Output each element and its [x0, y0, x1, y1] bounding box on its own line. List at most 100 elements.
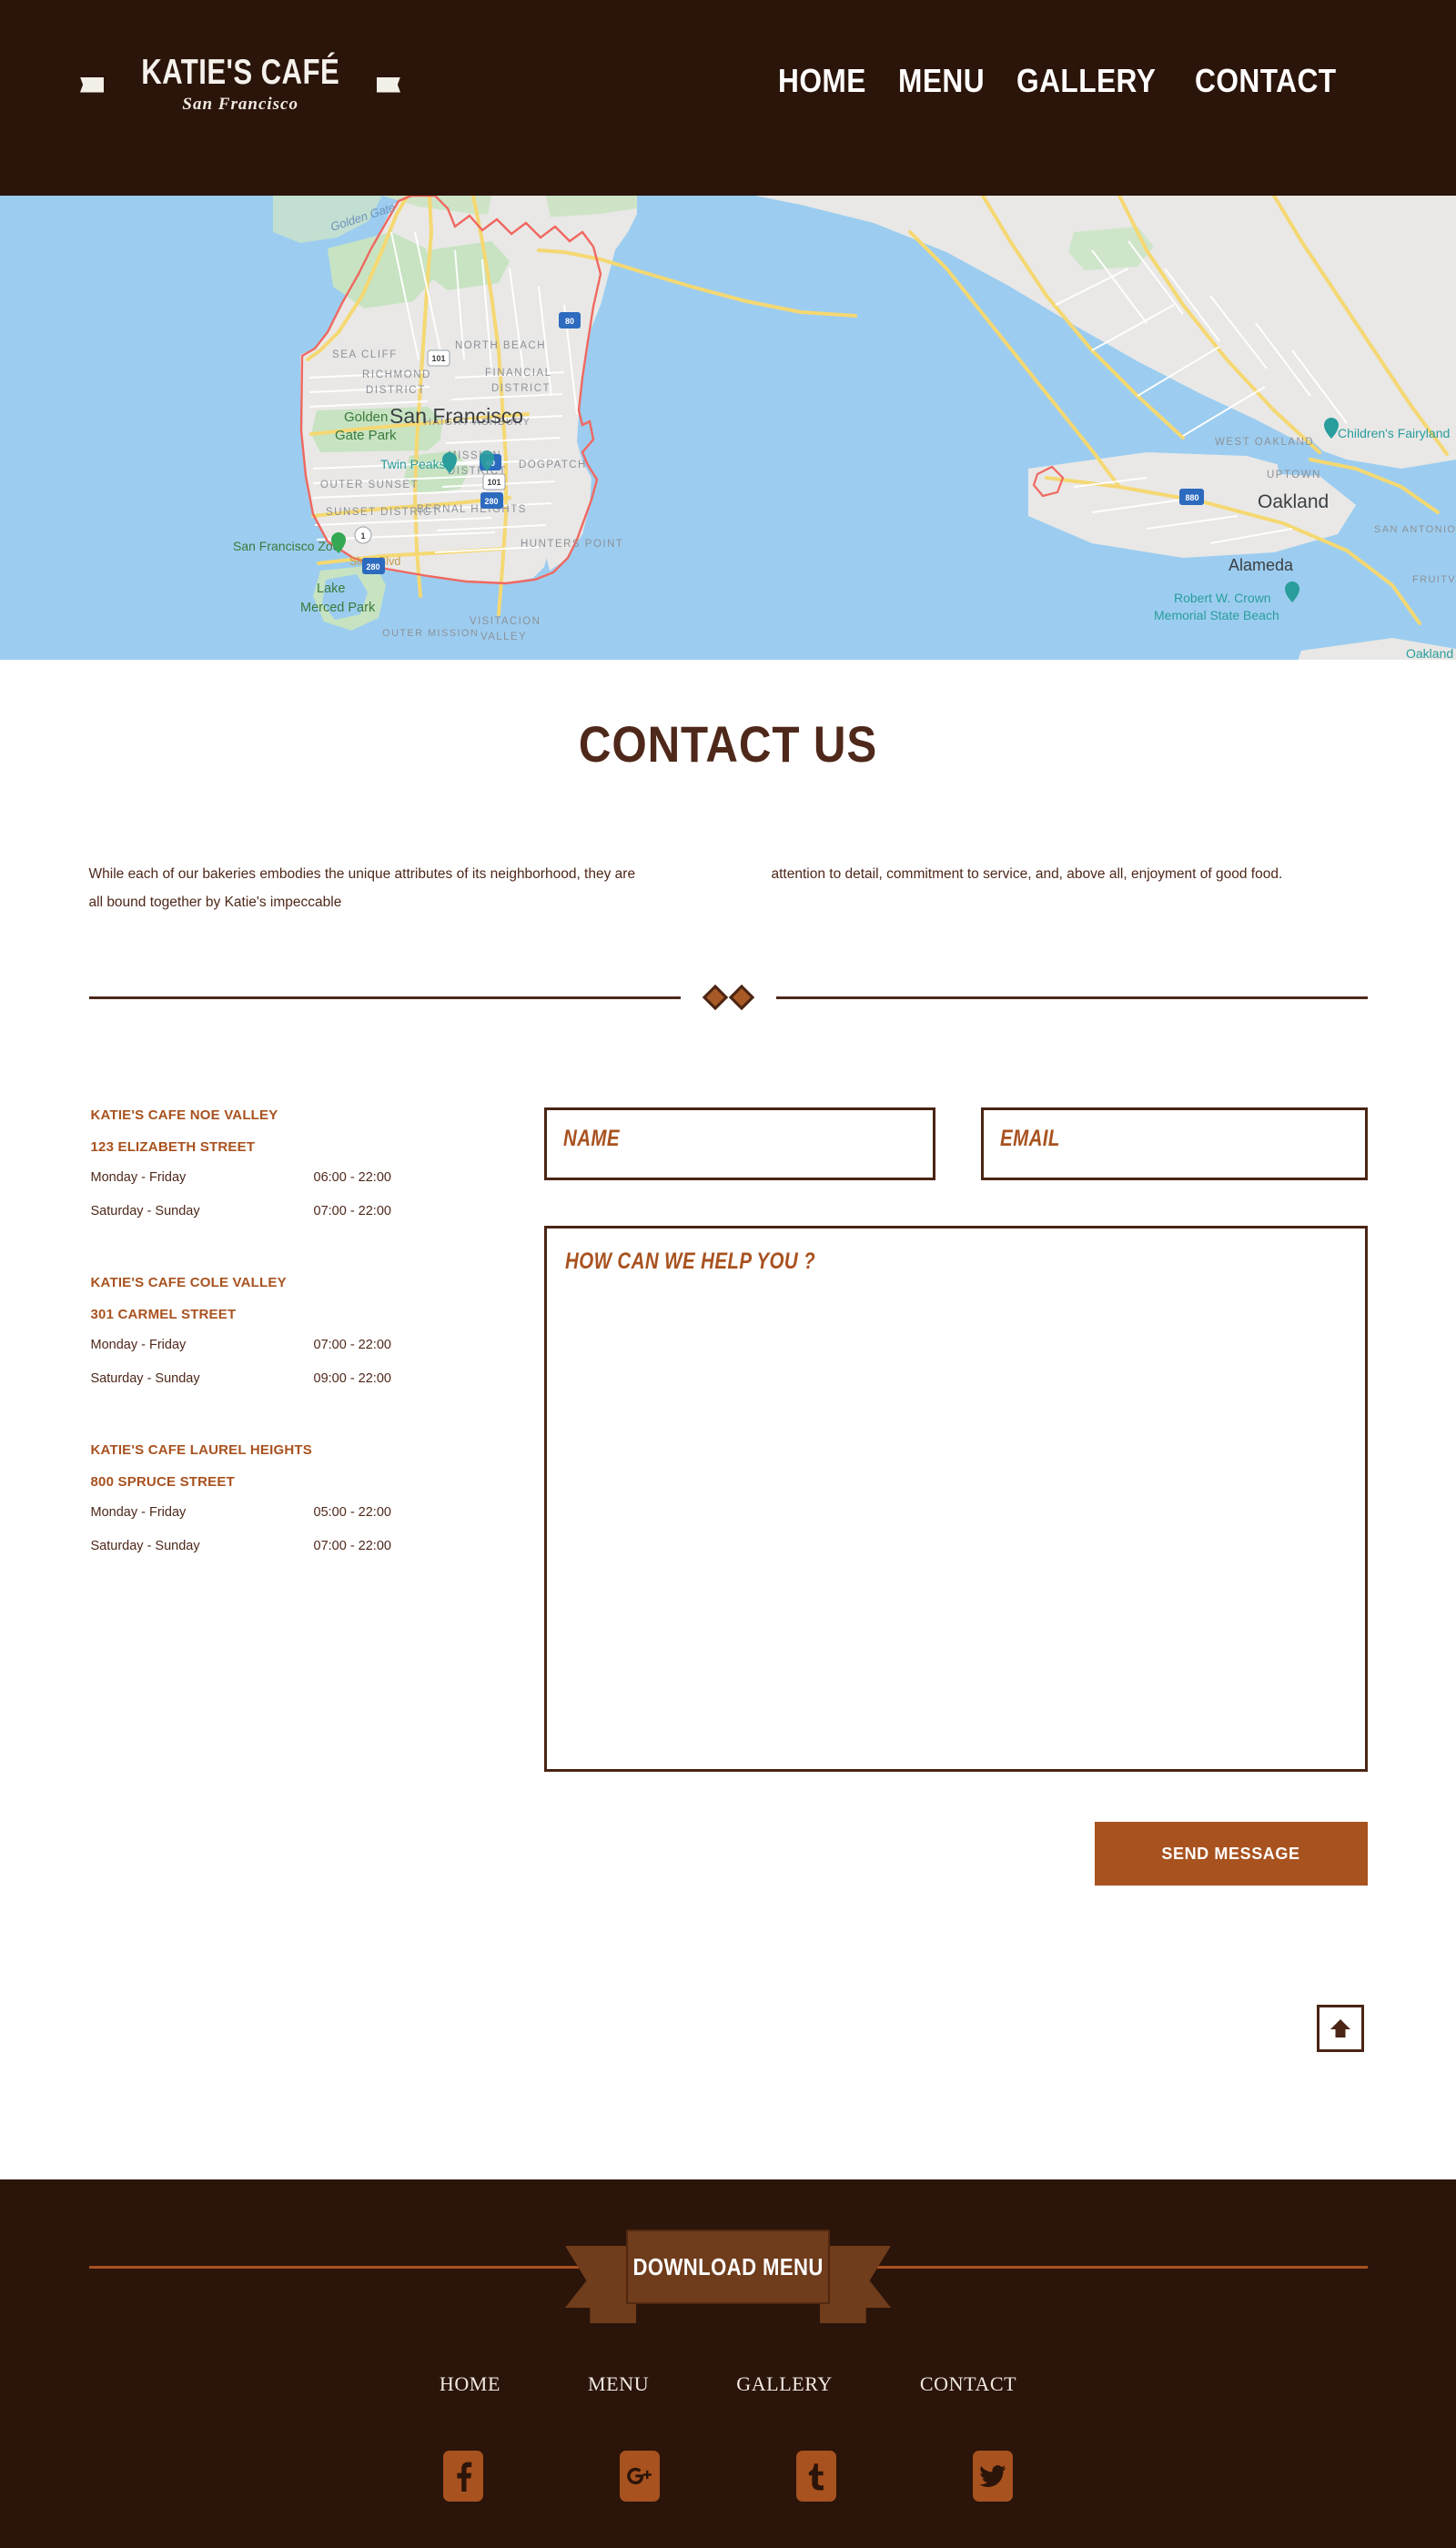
svg-text:SAN ANTONIO: SAN ANTONIO [1374, 524, 1456, 535]
diamond-icon-1 [702, 984, 728, 1011]
nav-item-gallery[interactable]: GALLERY [1016, 62, 1156, 100]
ribbon-shape[interactable]: DOWNLOAD MENU [565, 2230, 891, 2323]
divider-line-right [775, 996, 1368, 999]
hours-time: 06:00 - 22:00 [313, 1170, 391, 1185]
ribbon-flag-right-icon [377, 77, 400, 93]
contact-page: KATIE'S CAFÉ San Francisco HOME MENU GAL… [0, 0, 1456, 2548]
location-name: KATIE'S CAFE NOE VALLEY [90, 1107, 278, 1123]
footer-nav-gallery[interactable]: GALLERY [736, 2372, 833, 2396]
svg-text:Gate Park: Gate Park [335, 428, 397, 443]
intro-text: While each of our bakeries embodies the … [89, 860, 1368, 916]
location-hours-row: Saturday - Sunday 07:00 - 22:00 [91, 1204, 544, 1218]
svg-text:RICHMOND: RICHMOND [362, 369, 431, 380]
footer-rule-left [88, 2265, 602, 2269]
hours-time: 05:00 - 22:00 [313, 1505, 391, 1520]
svg-text:Golden: Golden [344, 410, 388, 425]
footer-nav-contact[interactable]: CONTACT [920, 2372, 1016, 2396]
name-field[interactable]: NAME [543, 1107, 935, 1180]
intro-paragraph-left: While each of our bakeries embodies the … [88, 866, 636, 910]
contact-body: KATIE'S CAFE NOE VALLEY 123 ELIZABETH ST… [89, 1107, 1368, 1886]
svg-text:Robert W. Crown: Robert W. Crown [1174, 591, 1271, 605]
intro-paragraph-right: attention to detail, commitment to servi… [771, 866, 1283, 882]
download-menu-label: DOWNLOAD MENU [632, 2252, 824, 2280]
site-logo[interactable]: KATIE'S CAFÉ San Francisco [80, 55, 400, 115]
svg-text:Merced Park: Merced Park [300, 601, 376, 615]
divider-line-left [88, 996, 681, 999]
tumblr-icon [808, 2463, 824, 2491]
locations-list: KATIE'S CAFE NOE VALLEY 123 ELIZABETH ST… [89, 1107, 544, 1610]
svg-text:101: 101 [431, 354, 445, 363]
svg-text:DISTRICT: DISTRICT [366, 385, 426, 396]
message-field[interactable]: HOW CAN WE HELP YOU ? [543, 1226, 1368, 1772]
svg-text:1: 1 [360, 531, 365, 541]
logo-text: KATIE'S CAFÉ San Francisco [116, 55, 364, 115]
svg-text:Oakland: Oakland [1406, 646, 1453, 660]
svg-text:BERNAL HEIGHTS: BERNAL HEIGHTS [417, 504, 527, 515]
hours-days: Saturday - Sunday [90, 1204, 200, 1218]
location-hours-row: Monday - Friday 05:00 - 22:00 [91, 1505, 544, 1520]
contact-section: CONTACT US While each of our bakeries em… [0, 660, 1456, 1886]
footer-nav-menu[interactable]: MENU [588, 2372, 649, 2396]
tumblr-link[interactable] [796, 2451, 836, 2502]
svg-text:San Francisco Zoo: San Francisco Zoo [233, 539, 340, 553]
nav-item-contact[interactable]: CONTACT [1195, 62, 1337, 100]
hours-time: 07:00 - 22:00 [313, 1539, 391, 1553]
hours-days: Monday - Friday [90, 1338, 187, 1352]
location-hours-row: Saturday - Sunday 07:00 - 22:00 [91, 1539, 544, 1553]
svg-text:Children's Fairyland: Children's Fairyland [1338, 426, 1450, 440]
svg-text:VALLEY: VALLEY [480, 632, 527, 642]
hours-days: Saturday - Sunday [90, 1371, 200, 1386]
site-header: KATIE'S CAFÉ San Francisco HOME MENU GAL… [0, 0, 1456, 196]
message-placeholder: HOW CAN WE HELP YOU ? [564, 1249, 815, 1274]
main-navigation: HOME MENU GALLERY CONTACT [778, 62, 1356, 100]
google-plus-icon [627, 2467, 652, 2484]
location-map[interactable]: Golden Gate SEA CLIFF RICHMOND DISTRICT … [0, 196, 1456, 660]
location-address: 301 CARMEL STREET [90, 1307, 237, 1322]
diamond-icon-2 [728, 984, 754, 1011]
svg-text:Memorial State Beach: Memorial State Beach [1154, 608, 1279, 622]
nav-item-menu[interactable]: MENU [898, 62, 985, 100]
send-message-button[interactable]: SEND MESSAGE [1094, 1822, 1368, 1886]
svg-text:Twin Peaks: Twin Peaks [380, 457, 446, 471]
ribbon-flag-left-icon [80, 76, 104, 93]
location-item: KATIE'S CAFE COLE VALLEY 301 CARMEL STRE… [91, 1275, 544, 1386]
svg-text:VISITACION: VISITACION [470, 616, 541, 627]
form-actions: SEND MESSAGE [544, 1822, 1368, 1886]
location-hours-row: Monday - Friday 07:00 - 22:00 [91, 1338, 544, 1352]
twitter-icon [979, 2465, 1006, 2487]
hours-days: Saturday - Sunday [90, 1539, 200, 1553]
map-canvas[interactable]: Golden Gate SEA CLIFF RICHMOND DISTRICT … [0, 196, 1456, 660]
contact-form: NAME EMAIL HOW CAN WE HELP YOU ? SEND ME… [543, 1107, 1368, 1886]
twitter-link[interactable] [973, 2451, 1013, 2502]
svg-text:WEST OAKLAND: WEST OAKLAND [1215, 437, 1314, 448]
svg-text:880: 880 [1185, 493, 1198, 502]
section-divider [88, 984, 1368, 1011]
location-item: KATIE'S CAFE LAUREL HEIGHTS 800 SPRUCE S… [91, 1442, 544, 1553]
logo-brand: KATIE'S CAFÉ [141, 53, 340, 92]
hours-days: Monday - Friday [90, 1505, 187, 1520]
svg-text:OUTER SUNSET: OUTER SUNSET [320, 480, 419, 490]
location-address: 800 SPRUCE STREET [90, 1474, 235, 1490]
social-links [0, 2451, 1456, 2502]
svg-text:Oakland: Oakland [1258, 491, 1329, 512]
google-plus-link[interactable] [620, 2451, 660, 2502]
arrow-up-icon [1330, 2019, 1350, 2037]
footer-nav-home[interactable]: HOME [440, 2372, 500, 2396]
svg-text:280: 280 [366, 562, 379, 571]
hours-time: 07:00 - 22:00 [313, 1204, 391, 1218]
svg-text:NORTH BEACH: NORTH BEACH [455, 340, 546, 351]
facebook-link[interactable] [443, 2451, 483, 2502]
facebook-icon [457, 2462, 472, 2492]
back-to-top-button[interactable] [1317, 2005, 1364, 2052]
email-field[interactable]: EMAIL [980, 1107, 1368, 1180]
email-placeholder: EMAIL [999, 1126, 1060, 1151]
svg-text:OUTER MISSION: OUTER MISSION [382, 628, 479, 639]
location-hours-row: Saturday - Sunday 09:00 - 22:00 [91, 1371, 544, 1386]
footer-rule-right [854, 2265, 1368, 2269]
svg-text:HUNTERS POINT: HUNTERS POINT [521, 539, 623, 550]
hours-time: 07:00 - 22:00 [313, 1338, 391, 1352]
download-menu-button[interactable]: DOWNLOAD MENU [626, 2230, 830, 2304]
svg-text:DOGPATCH: DOGPATCH [519, 460, 587, 470]
nav-item-home[interactable]: HOME [778, 62, 866, 100]
name-placeholder: NAME [562, 1126, 620, 1151]
